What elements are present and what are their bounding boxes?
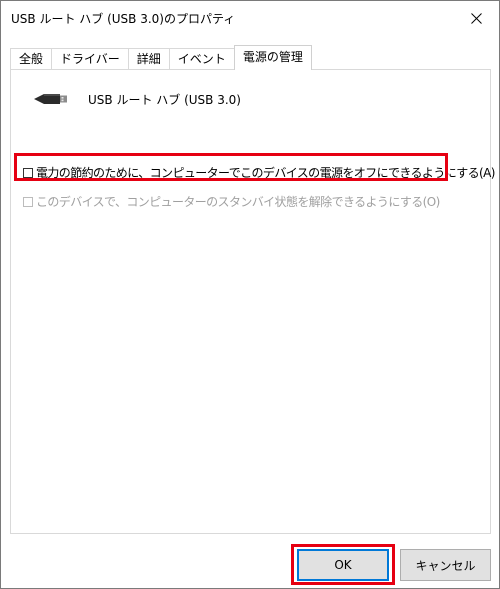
tab-details[interactable]: 詳細 <box>127 48 170 70</box>
tab-power-management[interactable]: 電源の管理 <box>233 45 312 70</box>
close-icon <box>470 12 482 24</box>
close-button[interactable] <box>453 1 499 35</box>
allow-power-off-label: 電力の節約のために、コンピューターでこのデバイスの電源をオフにできるようにする(… <box>36 166 495 180</box>
device-header: USB ルート ハブ (USB 3.0) <box>32 90 241 108</box>
window-title: USB ルート ハブ (USB 3.0)のプロパティ <box>11 12 236 26</box>
power-management-panel: USB ルート ハブ (USB 3.0) 電力の節約のために、コンピューターでこ… <box>10 69 495 534</box>
tab-general[interactable]: 全般 <box>10 48 53 70</box>
tab-events[interactable]: イベント <box>168 48 235 70</box>
device-name: USB ルート ハブ (USB 3.0) <box>88 92 241 107</box>
ok-button[interactable]: OK <box>297 549 389 581</box>
allow-power-off-checkbox[interactable] <box>23 167 33 178</box>
allow-wake-checkbox <box>23 196 33 207</box>
allow-wake-label: このデバイスで、コンピューターのスタンバイ状態を解除できるようにする(O) <box>36 195 440 209</box>
usb-plug-icon <box>34 94 67 104</box>
title-bar: USB ルート ハブ (USB 3.0)のプロパティ <box>1 1 499 35</box>
tab-driver[interactable]: ドライバー <box>51 48 129 70</box>
tab-strip: 全般 ドライバー 詳細 イベント 電源の管理 <box>10 45 312 70</box>
properties-dialog: USB ルート ハブ (USB 3.0)のプロパティ 全般 ドライバー 詳細 イ… <box>0 0 500 589</box>
cancel-button[interactable]: キャンセル <box>400 549 491 581</box>
allow-wake-option: このデバイスで、コンピューターのスタンバイ状態を解除できるようにする(O) <box>23 193 440 210</box>
allow-power-off-option[interactable]: 電力の節約のために、コンピューターでこのデバイスの電源をオフにできるようにする(… <box>23 164 495 181</box>
